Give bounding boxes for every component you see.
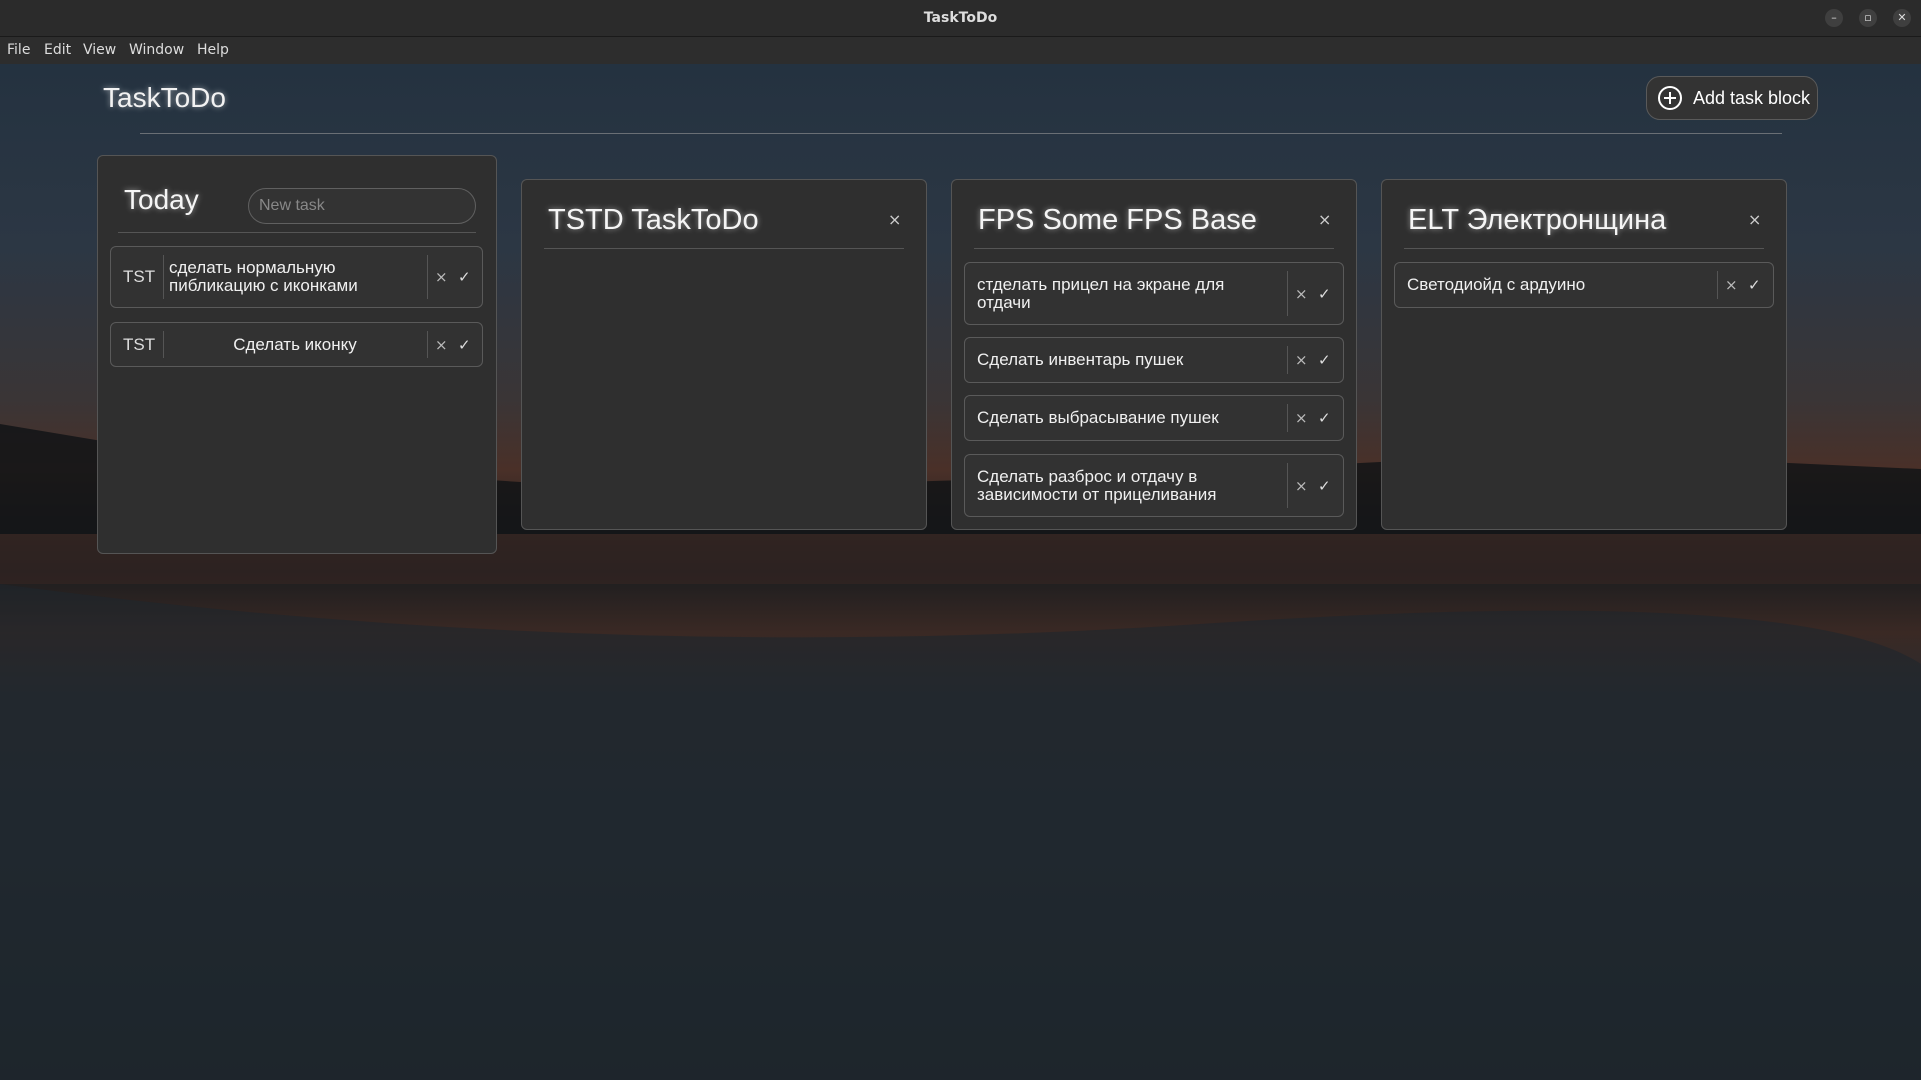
task-text-line: отдачи: [977, 292, 1031, 312]
action-divider: [427, 331, 428, 358]
minimize-icon[interactable]: –: [1825, 9, 1843, 27]
menu-help[interactable]: Help: [197, 42, 229, 58]
task-tag: TST: [123, 334, 156, 354]
task-block-title: FPS Some FPS Base: [978, 204, 1257, 236]
menu-window[interactable]: Window: [129, 42, 184, 58]
menu-view[interactable]: View: [83, 42, 116, 58]
task-item: TST Сделать иконку × ✓: [110, 322, 483, 367]
complete-task-icon[interactable]: ✓: [1318, 409, 1331, 427]
close-block-icon[interactable]: ×: [1318, 210, 1331, 229]
delete-task-icon[interactable]: ×: [435, 336, 448, 354]
tag-divider: [163, 331, 164, 358]
action-divider: [1717, 271, 1718, 299]
task-text[interactable]: Сделать выбрасывание пушек: [977, 409, 1219, 427]
header-divider: [140, 133, 1782, 134]
task-text[interactable]: Сделать разброс и отдачу в зависимости о…: [977, 466, 1217, 504]
task-text-line: зависимости от прицеливания: [977, 484, 1217, 504]
delete-task-icon[interactable]: ×: [1295, 409, 1308, 427]
complete-task-icon[interactable]: ✓: [1318, 351, 1331, 369]
complete-task-icon[interactable]: ✓: [458, 336, 471, 354]
task-block-title: ELT Электронщина: [1408, 204, 1667, 236]
task-text-line: Сделать разброс и отдачу в: [977, 466, 1198, 486]
block-divider: [544, 248, 904, 249]
delete-task-icon[interactable]: ×: [1295, 285, 1308, 303]
action-divider: [1287, 346, 1288, 374]
menu-file[interactable]: File: [7, 42, 30, 58]
block-divider: [1404, 248, 1764, 249]
action-divider: [427, 255, 428, 299]
block-divider: [118, 232, 476, 233]
today-block: Today TST сделать нормальную пибликацию …: [97, 155, 497, 554]
delete-task-icon[interactable]: ×: [435, 268, 448, 286]
complete-task-icon[interactable]: ✓: [1748, 276, 1761, 294]
task-item: стделать прицел на экране для отдачи × ✓: [964, 262, 1344, 325]
task-item: Светодиойд с ардуино × ✓: [1394, 262, 1774, 308]
task-item: Сделать разброс и отдачу в зависимости о…: [964, 454, 1344, 517]
task-text-line: сделать нормальную: [169, 258, 336, 277]
app-title: TaskToDo: [103, 82, 226, 113]
add-task-block-button[interactable]: Add task block: [1646, 76, 1818, 120]
task-tag: TST: [123, 267, 156, 286]
menu-edit[interactable]: Edit: [44, 42, 71, 58]
task-block-tstd: TSTD TaskToDo ×: [521, 179, 927, 530]
task-item: Сделать выбрасывание пушек × ✓: [964, 395, 1344, 441]
task-block-fps: FPS Some FPS Base × стделать прицел на э…: [951, 179, 1357, 530]
today-title: Today: [124, 184, 199, 215]
delete-task-icon[interactable]: ×: [1725, 276, 1738, 294]
new-task-input[interactable]: [248, 188, 476, 224]
task-text[interactable]: стделать прицел на экране для отдачи: [977, 274, 1225, 312]
task-block-elt: ELT Электронщина × Светодиойд с ардуино …: [1381, 179, 1787, 530]
window-close-icon[interactable]: ✕: [1893, 9, 1911, 27]
task-item: Сделать инвентарь пушек × ✓: [964, 337, 1344, 383]
task-text-line: пибликацию с иконками: [169, 276, 358, 295]
window-titlebar: TaskToDo – ▫ ✕: [0, 0, 1921, 37]
complete-task-icon[interactable]: ✓: [458, 268, 471, 286]
maximize-icon[interactable]: ▫: [1859, 9, 1877, 27]
action-divider: [1287, 404, 1288, 432]
complete-task-icon[interactable]: ✓: [1318, 477, 1331, 495]
close-block-icon[interactable]: ×: [1748, 210, 1761, 229]
tag-divider: [163, 255, 164, 299]
task-text[interactable]: Светодиойд с ардуино: [1407, 276, 1585, 294]
task-text[interactable]: сделать нормальную пибликацию с иконками: [169, 259, 358, 295]
block-divider: [974, 248, 1334, 249]
task-item: TST сделать нормальную пибликацию с икон…: [110, 246, 483, 308]
plus-circle-icon: [1658, 86, 1682, 110]
menubar: File Edit View Window Help: [0, 37, 1921, 64]
task-block-title: TSTD TaskToDo: [548, 204, 759, 236]
window-title: TaskToDo: [923, 10, 998, 26]
task-text[interactable]: Сделать иконку: [169, 335, 421, 354]
complete-task-icon[interactable]: ✓: [1318, 285, 1331, 303]
add-task-block-label: Add task block: [1693, 87, 1811, 108]
close-block-icon[interactable]: ×: [888, 210, 901, 229]
delete-task-icon[interactable]: ×: [1295, 351, 1308, 369]
action-divider: [1287, 271, 1288, 316]
task-text-line: стделать прицел на экране для: [977, 274, 1225, 294]
action-divider: [1287, 463, 1288, 508]
delete-task-icon[interactable]: ×: [1295, 477, 1308, 495]
task-text[interactable]: Сделать инвентарь пушек: [977, 351, 1183, 369]
